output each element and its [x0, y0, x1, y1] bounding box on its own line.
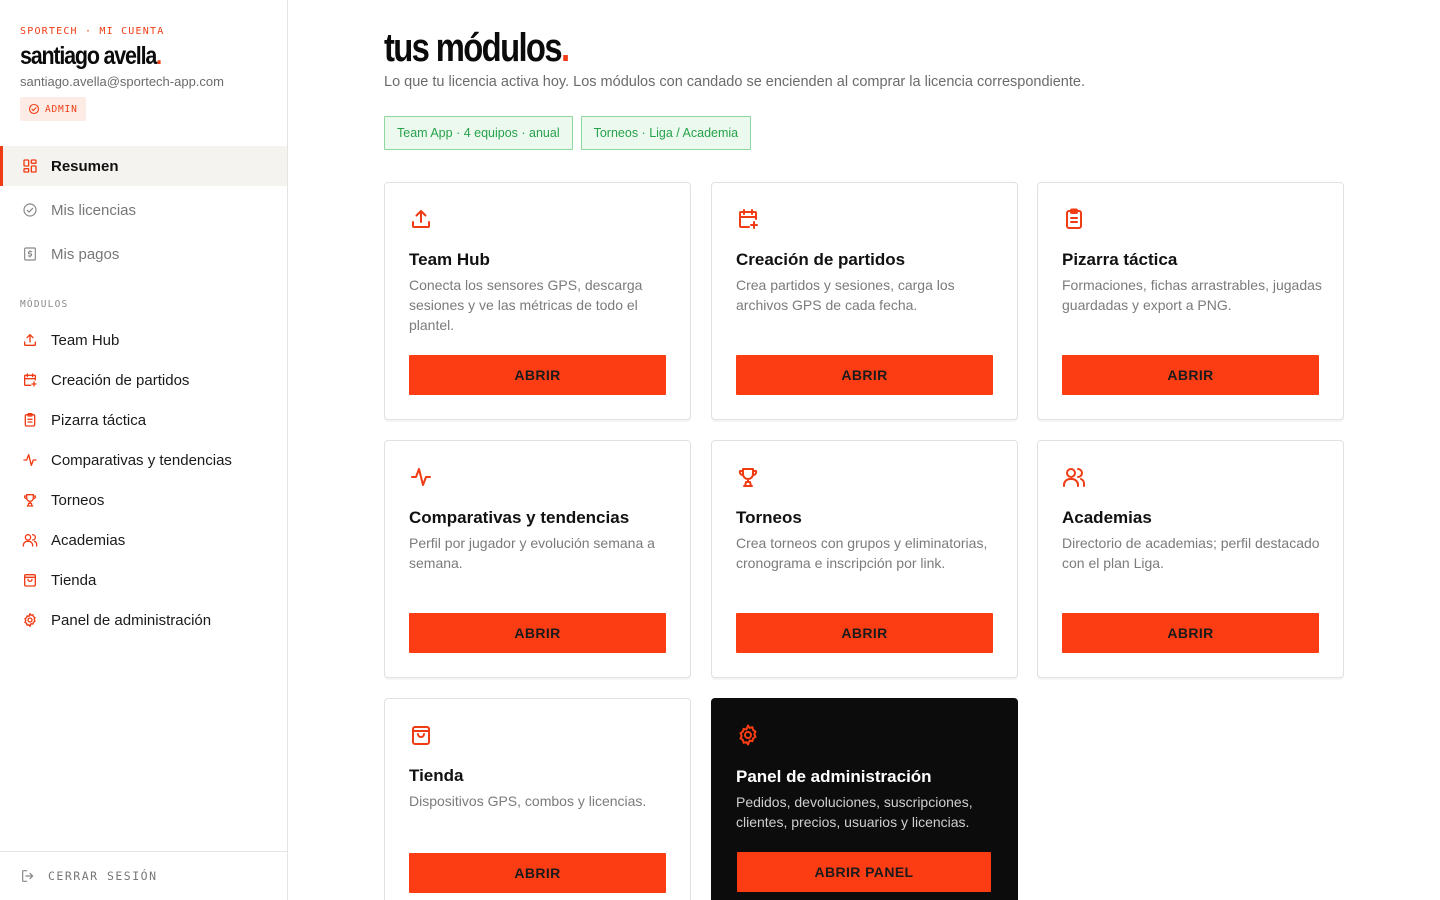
card-title: Creación de partidos	[736, 250, 906, 269]
module-card-tienda: Tienda Dispositivos GPS, combos y licenc…	[384, 698, 691, 900]
nav-item-comparativas[interactable]: Comparativas y tendencias	[0, 440, 287, 480]
card-title: Academias	[1062, 508, 1152, 527]
user-name: santiago avella.	[20, 42, 162, 71]
card-description: Dispositivos GPS, combos y licencias.	[409, 793, 647, 809]
open-academias-button[interactable]: ABRIR	[1062, 613, 1319, 653]
users-icon	[22, 532, 38, 548]
nav-item-torneos[interactable]: Torneos	[0, 480, 287, 520]
module-card-team-hub: Team Hub Conecta los sensores GPS, desca…	[384, 182, 691, 420]
module-card-pizarra-tactica: Pizarra táctica Formaciones, fichas arra…	[1037, 182, 1344, 420]
nav-item-label: Resumen	[51, 157, 119, 175]
card-title: Panel de administración	[736, 767, 932, 786]
card-description: Crea partidos y sesiones, carga los arch…	[736, 277, 955, 313]
card-description: Perfil por jugador y evolución semana a …	[409, 535, 655, 571]
nav-item-label: Creación de partidos	[51, 371, 190, 389]
nav-item-label: Torneos	[51, 491, 105, 509]
page-title-dot: .	[560, 26, 570, 70]
card-description: Pedidos, devoluciones, suscripciones, cl…	[736, 794, 973, 830]
open-creacion-partidos-button[interactable]: ABRIR	[736, 355, 993, 395]
nav-item-label: Comparativas y tendencias	[51, 451, 232, 469]
nav-item-label: Tienda	[51, 571, 97, 589]
sidebar: SPORTECH · MI CUENTA santiago avella. sa…	[0, 0, 288, 900]
open-admin-panel-button[interactable]: ABRIR PANEL	[737, 852, 991, 892]
license-chip: Team App · 4 equipos · anual	[384, 116, 573, 150]
logout-icon	[20, 868, 36, 884]
nav-item-resumen[interactable]: Resumen	[0, 146, 287, 186]
open-tienda-button[interactable]: ABRIR	[409, 853, 666, 893]
nav-item-label: Pizarra táctica	[51, 411, 147, 429]
trophy-icon	[736, 465, 760, 489]
page-title: tus módulos.	[384, 26, 570, 71]
card-description: Directorio de academias; perfil destacad…	[1062, 535, 1320, 571]
upload-icon	[409, 207, 433, 231]
shopping-bag-icon	[409, 723, 433, 747]
nav-item-academias[interactable]: Academias	[0, 520, 287, 560]
card-description: Conecta los sensores GPS, descarga sesio…	[409, 277, 643, 333]
shopping-bag-icon	[22, 572, 38, 588]
user-name-dot: .	[156, 42, 162, 70]
nav-item-label: Mis licencias	[51, 201, 137, 219]
gear-icon	[22, 612, 38, 628]
page-subtitle: Lo que tu licencia activa hoy. Los módul…	[384, 74, 1085, 90]
nav-item-mis-licencias[interactable]: Mis licencias	[0, 190, 287, 230]
nav-item-team-hub[interactable]: Team Hub	[0, 320, 287, 360]
page-title-text: tus módulos	[384, 26, 563, 70]
card-title: Torneos	[736, 508, 802, 527]
clipboard-icon	[22, 412, 38, 428]
calendar-plus-icon	[22, 372, 38, 388]
card-title: Pizarra táctica	[1062, 250, 1178, 269]
check-circle-icon	[28, 103, 40, 115]
brand-eyebrow: SPORTECH · MI CUENTA	[20, 26, 165, 37]
modules-section-label: MÓDULOS	[20, 299, 69, 310]
user-name-text: santiago avella	[20, 42, 157, 70]
nav-item-label: Team Hub	[51, 331, 120, 349]
nav-item-creacion-de-partidos[interactable]: Creación de partidos	[0, 360, 287, 400]
module-card-panel-admin: Panel de administración Pedidos, devoluc…	[711, 698, 1018, 900]
nav-item-pizarra-tactica[interactable]: Pizarra táctica	[0, 400, 287, 440]
nav-item-label: Mis pagos	[51, 245, 120, 263]
logout-label: CERRAR SESIÓN	[48, 869, 158, 883]
upload-icon	[22, 332, 38, 348]
dashboard-grid-icon	[22, 158, 38, 174]
receipt-dollar-icon	[22, 246, 38, 262]
module-card-torneos: Torneos Crea torneos con grupos y elimin…	[711, 440, 1018, 678]
card-description: Crea torneos con grupos y eliminatorias,…	[736, 535, 988, 571]
activity-icon	[22, 452, 38, 468]
open-team-hub-button[interactable]: ABRIR	[409, 355, 666, 395]
nav-item-tienda[interactable]: Tienda	[0, 560, 287, 600]
nav-item-panel-admin[interactable]: Panel de administración	[0, 600, 287, 640]
license-chips: Team App · 4 equipos · anual Torneos · L…	[384, 116, 752, 150]
module-card-comparativas: Comparativas y tendencias Perfil por jug…	[384, 440, 691, 678]
trophy-icon	[22, 492, 38, 508]
card-title: Tienda	[409, 766, 464, 785]
open-pizarra-tactica-button[interactable]: ABRIR	[1062, 355, 1319, 395]
user-email: santiago.avella@sportech-app.com	[20, 74, 224, 89]
card-title: Team Hub	[409, 250, 490, 269]
check-circle-icon	[22, 202, 38, 218]
open-comparativas-button[interactable]: ABRIR	[409, 613, 666, 653]
role-badge: ADMIN	[20, 97, 86, 121]
nav-item-label: Academias	[51, 531, 126, 549]
clipboard-icon	[1062, 207, 1086, 231]
card-description: Formaciones, fichas arrastrables, jugada…	[1062, 277, 1322, 313]
card-title: Comparativas y tendencias	[409, 508, 630, 527]
role-badge-label: ADMIN	[45, 103, 78, 115]
license-chip: Torneos · Liga / Academia	[580, 116, 752, 150]
open-torneos-button[interactable]: ABRIR	[736, 613, 993, 653]
activity-icon	[409, 465, 433, 489]
nav-item-label: Panel de administración	[51, 611, 212, 629]
users-icon	[1062, 465, 1086, 489]
logout-button[interactable]: CERRAR SESIÓN	[0, 851, 287, 900]
gear-icon	[736, 723, 760, 747]
calendar-plus-icon	[736, 207, 760, 231]
nav-item-mis-pagos[interactable]: Mis pagos	[0, 234, 287, 274]
module-card-creacion-partidos: Creación de partidos Crea partidos y ses…	[711, 182, 1018, 420]
module-card-academias: Academias Directorio de academias; perfi…	[1037, 440, 1344, 678]
